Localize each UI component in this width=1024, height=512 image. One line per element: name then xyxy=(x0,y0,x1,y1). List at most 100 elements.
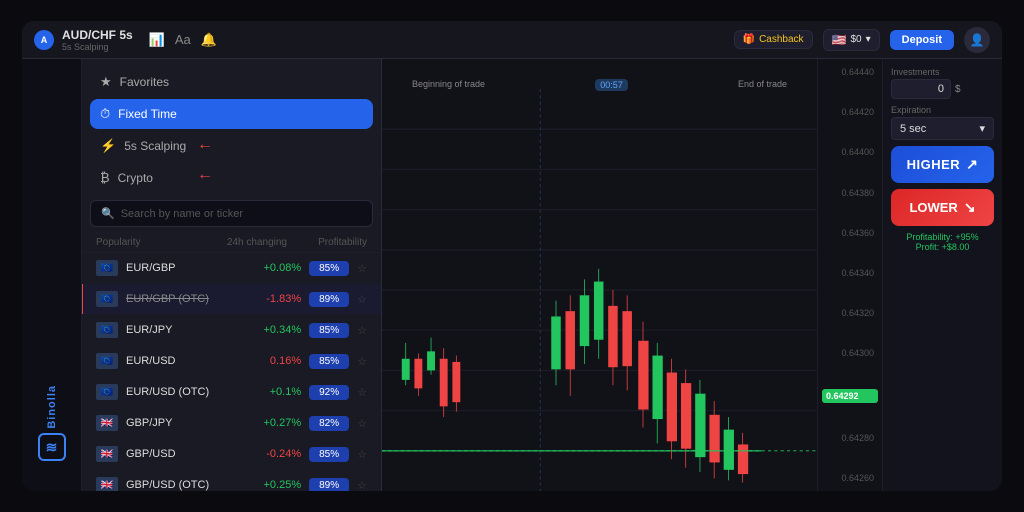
star-icon[interactable]: ☆ xyxy=(357,324,367,337)
asset-change: +0.27% xyxy=(241,417,301,429)
cashback-icon: 🎁 xyxy=(743,34,755,45)
investment-row: 0 $ xyxy=(891,79,994,99)
current-price-label: 0.64292 xyxy=(822,389,878,403)
expiry-value[interactable]: 5 sec ▾ xyxy=(891,117,994,140)
arrow-scalping: ← xyxy=(197,166,213,184)
expiry-text: 5 sec xyxy=(900,123,926,135)
profit-value: Profit: +$8.00 xyxy=(891,242,994,252)
search-icon: 🔍 xyxy=(101,207,115,220)
star-icon: ★ xyxy=(100,74,112,90)
asset-flag: 🇪🇺 xyxy=(96,353,118,369)
asset-profit: 89% xyxy=(309,478,349,492)
asset-name: EUR/GBP xyxy=(126,262,233,274)
higher-label: HIGHER xyxy=(907,157,961,172)
expiration-label: Expiration xyxy=(891,105,994,115)
nav-item-favorites[interactable]: ★ Favorites xyxy=(90,67,373,97)
asset-name: GBP/JPY xyxy=(126,417,233,429)
star-icon[interactable]: ☆ xyxy=(357,479,367,492)
list-item[interactable]: 🇬🇧 GBP/USD (OTC) +0.25% 89% ☆ xyxy=(82,470,381,491)
nav-item-crypto[interactable]: ₿ Crypto xyxy=(90,163,373,192)
price-label: 0.64300 xyxy=(822,348,878,358)
asset-flag: 🇪🇺 xyxy=(96,322,118,338)
nav-label-fixed-time: Fixed Time xyxy=(118,107,177,121)
list-item[interactable]: 🇬🇧 GBP/JPY +0.27% 82% ☆ xyxy=(82,408,381,439)
asset-info: AUD/CHF 5s 5s Scalping xyxy=(62,28,133,52)
search-input[interactable]: 🔍 Search by name or ticker xyxy=(90,200,373,227)
clock-icon: ⏱ xyxy=(100,106,110,122)
alarm-icon[interactable]: 🔔 xyxy=(201,32,217,48)
asset-profit: 89% xyxy=(309,292,349,307)
asset-change: 0.16% xyxy=(241,355,301,367)
asset-name: AUD/CHF 5s xyxy=(62,28,133,42)
lower-button[interactable]: LOWER ↘ xyxy=(891,189,994,226)
lower-label: LOWER xyxy=(909,200,957,215)
list-item[interactable]: 🇪🇺 EUR/JPY +0.34% 85% ☆ xyxy=(82,315,381,346)
asset-name: EUR/USD (OTC) xyxy=(126,386,233,398)
binolla-logo-mark: ≋ xyxy=(38,433,66,461)
main-area: Binolla ≋ ★ Favorites ⏱ Fixed Time ⚡ 5s … xyxy=(22,59,1002,491)
list-item[interactable]: 🇪🇺 EUR/GBP (OTC) -1.83% 89% ☆ xyxy=(82,284,381,315)
asset-profit: 82% xyxy=(309,416,349,431)
right-panel: Investments 0 $ Expiration 5 sec ▾ HIGHE… xyxy=(882,59,1002,491)
arrow-down-icon: ↘ xyxy=(964,199,976,216)
price-label: 0.64380 xyxy=(822,188,878,198)
candles-area xyxy=(382,89,817,491)
top-bar-right: 🎁 Cashback 🇺🇸 $0 ▾ Deposit 👤 xyxy=(734,27,990,53)
asset-name: EUR/GBP (OTC) xyxy=(126,293,233,305)
top-bar-left: A AUD/CHF 5s 5s Scalping 📊 Aa 🔔 xyxy=(34,28,217,52)
star-icon[interactable]: ☆ xyxy=(357,262,367,275)
scalp-icon: ⚡ xyxy=(100,138,116,154)
higher-button[interactable]: HIGHER ↗ xyxy=(891,146,994,183)
asset-sub: 5s Scalping xyxy=(62,42,133,52)
profitability-info: Profitability: +95% Profit: +$8.00 xyxy=(891,232,994,252)
left-sidebar: Binolla ≋ xyxy=(22,59,82,491)
arrow-fixed-time: ← xyxy=(197,136,213,154)
binolla-text: Binolla xyxy=(46,385,58,429)
nav-item-scalping[interactable]: ⚡ 5s Scalping xyxy=(90,131,373,161)
search-bar: 🔍 Search by name or ticker xyxy=(82,200,381,233)
search-placeholder: Search by name or ticker xyxy=(121,208,243,220)
list-item[interactable]: 🇪🇺 EUR/USD (OTC) +0.1% 92% ☆ xyxy=(82,377,381,408)
asset-flag: 🇬🇧 xyxy=(96,415,118,431)
star-icon[interactable]: ☆ xyxy=(357,386,367,399)
price-axis: 0.64440 0.64420 0.64400 0.64380 0.64360 … xyxy=(817,59,882,491)
investments-section: Investments 0 $ xyxy=(891,67,994,99)
asset-change: -1.83% xyxy=(241,293,301,305)
list-item[interactable]: 🇬🇧 GBP/USD -0.24% 85% ☆ xyxy=(82,439,381,470)
balance-button[interactable]: 🇺🇸 $0 ▾ xyxy=(823,29,880,51)
top-bar-icons: 📊 Aa 🔔 xyxy=(149,32,217,48)
asset-flag: 🇪🇺 xyxy=(96,260,118,276)
investment-input[interactable]: 0 xyxy=(891,79,951,99)
list-header: Popularity 24h changing Profitability xyxy=(82,233,381,253)
profitability-label: Profitability: +95% xyxy=(891,232,994,242)
asset-name: GBP/USD (OTC) xyxy=(126,479,233,491)
avatar[interactable]: 👤 xyxy=(964,27,990,53)
expiry-section: Expiration 5 sec ▾ xyxy=(891,105,994,140)
asset-flag: 🇬🇧 xyxy=(96,477,118,491)
price-label: 0.64400 xyxy=(822,147,878,157)
star-icon[interactable]: ☆ xyxy=(357,355,367,368)
asset-list: 🇪🇺 EUR/GBP +0.08% 85% ☆ 🇪🇺 EUR/GBP (OTC)… xyxy=(82,253,381,491)
asset-change: +0.08% xyxy=(241,262,301,274)
nav-item-fixed-time[interactable]: ⏱ Fixed Time xyxy=(90,99,373,129)
star-icon[interactable]: ☆ xyxy=(357,417,367,430)
chart-svg xyxy=(382,89,817,491)
header-popularity: Popularity xyxy=(96,237,207,248)
asset-change: +0.25% xyxy=(241,479,301,491)
cashback-button[interactable]: 🎁 Cashback xyxy=(734,30,813,49)
list-item[interactable]: 🇪🇺 EUR/USD 0.16% 85% ☆ xyxy=(82,346,381,377)
price-label: 0.64340 xyxy=(822,268,878,278)
text-icon[interactable]: Aa xyxy=(175,32,191,47)
header-profitability: Profitability xyxy=(287,237,367,248)
deposit-button[interactable]: Deposit xyxy=(890,30,954,50)
asset-logo: A xyxy=(34,30,54,50)
dropdown-icon: ▾ xyxy=(866,34,871,45)
chart-icon[interactable]: 📊 xyxy=(149,32,165,48)
star-icon[interactable]: ☆ xyxy=(357,448,367,461)
asset-profit: 85% xyxy=(309,261,349,276)
star-icon[interactable]: ☆ xyxy=(357,293,367,306)
binolla-logo: Binolla ≋ xyxy=(22,385,81,461)
list-item[interactable]: 🇪🇺 EUR/GBP +0.08% 85% ☆ xyxy=(82,253,381,284)
asset-change: -0.24% xyxy=(241,448,301,460)
asset-flag: 🇪🇺 xyxy=(96,384,118,400)
